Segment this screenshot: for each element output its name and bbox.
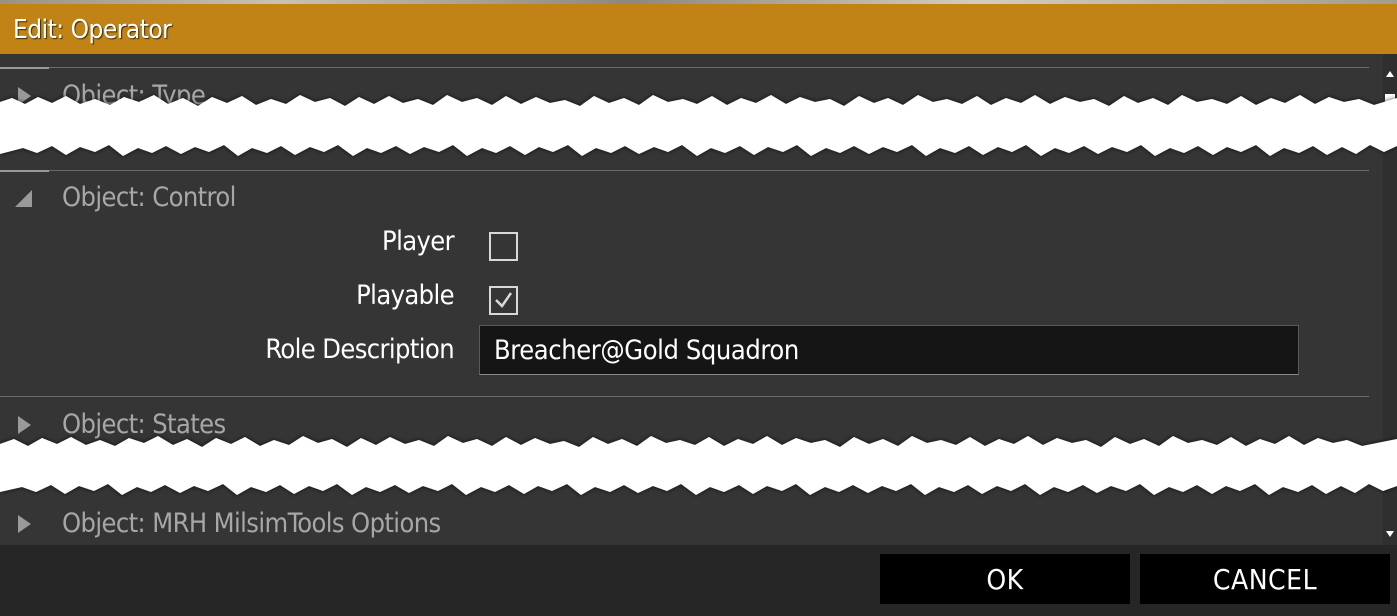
section-title-control: Object: Control [62, 182, 236, 213]
playable-label: Playable [356, 280, 454, 311]
collapse-arrow-icon [15, 190, 32, 207]
dialog-footer: OK CANCEL [0, 545, 1397, 616]
scroll-down-icon[interactable] [1383, 526, 1397, 542]
expand-arrow-icon [18, 515, 31, 533]
section-title-mrh-options: Object: MRH MilsimTools Options [62, 508, 441, 539]
edit-dialog: Edit: Operator Object: Type Object: Cont… [0, 0, 1397, 616]
role-description-value: Breacher@Gold Squadron [494, 335, 799, 366]
torn-edge-divider [0, 436, 1397, 495]
checkmark-icon [495, 292, 513, 308]
section-divider [0, 67, 1369, 68]
playable-checkbox[interactable] [489, 286, 518, 315]
dialog-title: Edit: Operator [13, 15, 172, 45]
role-description-input[interactable]: Breacher@Gold Squadron [479, 325, 1299, 375]
section-divider [0, 396, 1369, 397]
player-checkbox[interactable] [489, 232, 518, 261]
player-label: Player [382, 226, 455, 257]
title-bar: Edit: Operator [0, 4, 1397, 54]
role-description-label: Role Description [265, 334, 454, 365]
section-header-control[interactable]: Object: Control [0, 178, 1369, 218]
ok-button[interactable]: OK [880, 554, 1130, 604]
section-header-mrh-options[interactable]: Object: MRH MilsimTools Options [0, 504, 1369, 544]
torn-edge-divider [0, 95, 1397, 156]
cancel-button[interactable]: CANCEL [1140, 554, 1390, 604]
section-tick [0, 67, 49, 69]
